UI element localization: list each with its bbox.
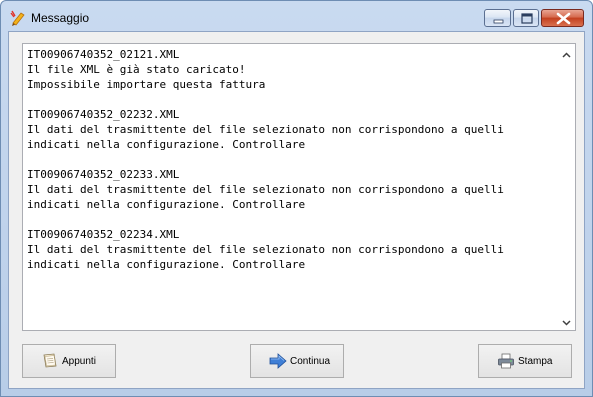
stampa-button[interactable]: Stampa [478, 344, 572, 378]
minimize-button[interactable] [484, 9, 511, 27]
maximize-icon [521, 13, 533, 24]
pen-icon [10, 10, 26, 26]
arrow-right-icon [269, 353, 287, 369]
title-bar[interactable]: Messaggio [1, 1, 592, 31]
dialog-body: IT00906740352_02121.XML Il file XML è gi… [8, 31, 585, 389]
message-text[interactable]: IT00906740352_02121.XML Il file XML è gi… [27, 47, 552, 327]
continua-button[interactable]: Continua [250, 344, 344, 378]
minimize-icon [493, 19, 504, 24]
continua-label: Continua [290, 356, 331, 367]
appunti-label: Appunti [62, 356, 96, 367]
clipboard-icon [41, 353, 59, 369]
message-textbox[interactable]: IT00906740352_02121.XML Il file XML è gi… [22, 43, 576, 331]
message-window: Messaggio IT00906740352_02121.XML Il fil… [0, 0, 593, 397]
vertical-scrollbar[interactable] [558, 44, 575, 330]
window-title: Messaggio [31, 11, 90, 25]
stampa-label: Stampa [518, 356, 553, 367]
appunti-button[interactable]: Appunti [22, 344, 116, 378]
close-button[interactable] [541, 9, 584, 27]
close-icon [556, 12, 571, 25]
scroll-down-icon[interactable] [561, 315, 572, 326]
printer-icon [497, 353, 515, 369]
scroll-up-icon[interactable] [561, 48, 572, 59]
maximize-button[interactable] [513, 9, 539, 27]
